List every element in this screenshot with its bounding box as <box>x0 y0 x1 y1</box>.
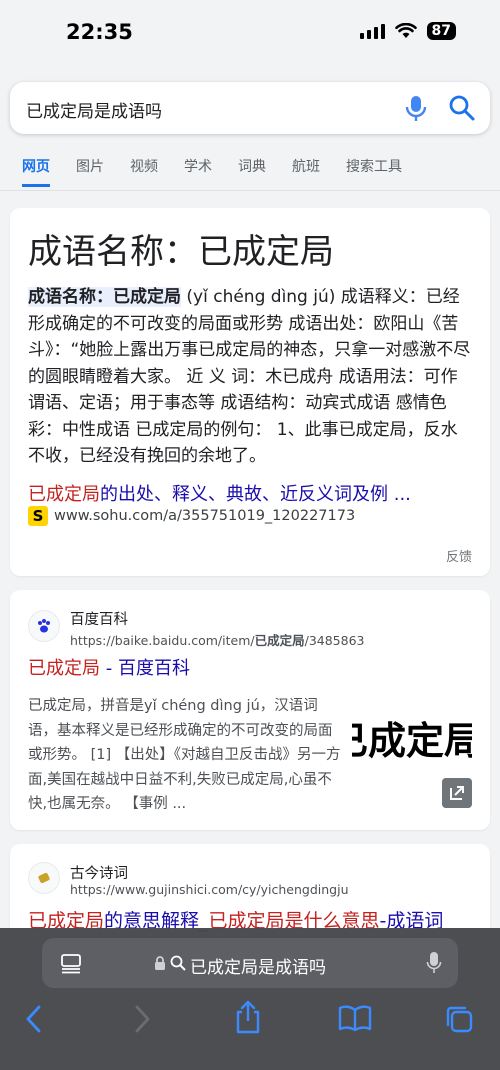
tab-flights[interactable]: 航班 <box>292 156 320 187</box>
expand-icon[interactable] <box>442 778 472 808</box>
mic-icon[interactable] <box>404 94 428 122</box>
site-url: https://baike.baidu.com/item/已成定局/348586… <box>70 633 365 648</box>
tab-web[interactable]: 网页 <box>22 156 50 187</box>
wifi-icon <box>394 23 417 38</box>
gujinshici-logo-icon <box>28 862 60 894</box>
feedback-link[interactable]: 反馈 <box>446 546 472 565</box>
snippet-text: (yǐ chéng dìng jú) 成语释义：已经形成确定的不可改变的局面或形… <box>28 287 471 466</box>
result-card-featured: 成语名称：已成定局 成语名称：已成定局 (yǐ chéng dìng jú) 成… <box>10 208 490 576</box>
search-glass-icon <box>170 955 186 971</box>
search-bar[interactable]: 已成定局是成语吗 <box>10 82 490 134</box>
search-tabs: 网页 图片 视频 学术 词典 航班 搜索工具 <box>22 156 428 187</box>
lock-icon <box>155 956 165 970</box>
featured-heading: 成语名称：已成定局 <box>28 232 334 272</box>
back-icon[interactable] <box>24 1004 44 1034</box>
address-bar[interactable]: 已成定局是成语吗 <box>42 938 458 988</box>
cellular-signal-icon <box>359 23 385 39</box>
search-input[interactable]: 已成定局是成语吗 <box>26 97 162 122</box>
page-menu-icon[interactable] <box>60 952 82 974</box>
tab-scholar[interactable]: 学术 <box>184 156 212 187</box>
tab-videos[interactable]: 视频 <box>130 156 158 187</box>
search-icon[interactable] <box>448 94 476 122</box>
tab-search-tools[interactable]: 搜索工具 <box>346 156 402 187</box>
bookmarks-icon[interactable] <box>338 1004 372 1032</box>
result-card-baike: 百度百科 https://baike.baidu.com/item/已成定局/3… <box>10 590 490 830</box>
microphone-icon[interactable] <box>426 951 442 975</box>
tab-dictionary[interactable]: 词典 <box>238 156 266 187</box>
site-url: https://www.gujinshici.com/cy/yichengdin… <box>70 882 349 897</box>
source-url: www.sohu.com/a/355751019_120227173 <box>54 508 356 524</box>
battery-level: 87 <box>426 22 456 40</box>
result-source[interactable]: S www.sohu.com/a/355751019_120227173 <box>28 506 355 526</box>
snippet-highlight: 成语名称：已成定局 <box>28 287 181 307</box>
sohu-logo-icon: S <box>28 506 48 526</box>
result-snippet: 已成定局，拼音是yǐ chéng dìng jú，汉语词语，基本释义是已经形成确… <box>28 698 341 812</box>
site-name: 古今诗词 <box>70 866 128 882</box>
address-text[interactable]: 已成定局是成语吗 <box>190 953 326 978</box>
tabs-divider <box>0 190 500 191</box>
site-name: 百度百科 <box>70 612 128 628</box>
tab-images[interactable]: 图片 <box>76 156 104 187</box>
status-icons: 87 <box>359 22 456 40</box>
result-link-sohu[interactable]: 已成定局的出处、释义、典故、近反义词及例 ... <box>28 480 411 506</box>
share-icon[interactable] <box>234 1000 262 1034</box>
tabs-icon[interactable] <box>444 1004 474 1034</box>
result-link-baike[interactable]: 已成定局 - 百度百科 <box>28 654 190 680</box>
featured-snippet: 成语名称：已成定局 (yǐ chéng dìng jú) 成语释义：已经形成确定… <box>28 284 474 470</box>
forward-icon[interactable] <box>132 1004 152 1034</box>
baidu-paw-icon <box>28 610 60 642</box>
status-time: 22:35 <box>66 20 133 44</box>
result-thumbnail[interactable]: 已成定局 <box>352 710 472 782</box>
